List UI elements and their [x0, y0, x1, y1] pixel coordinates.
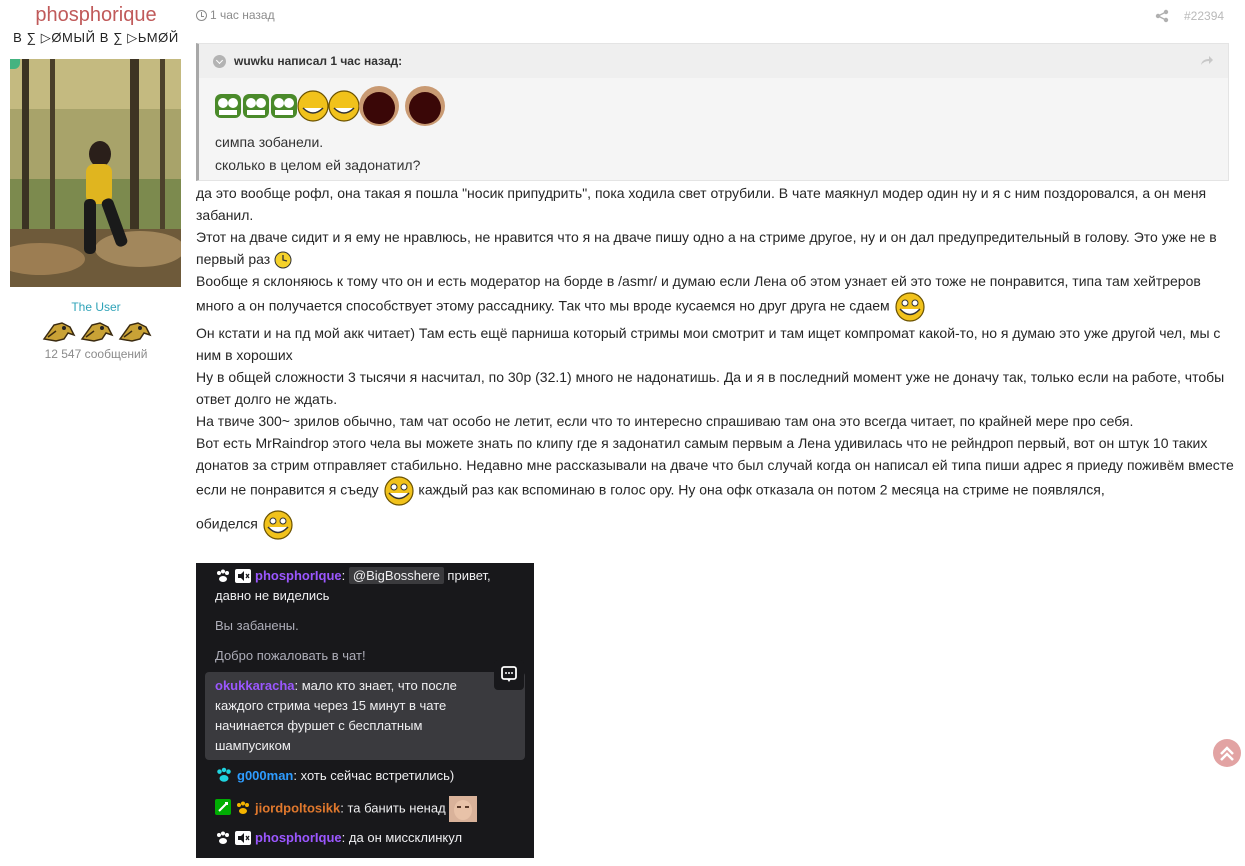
- chat-message: phosphorIque: @BigBosshere привет, давно…: [215, 567, 491, 603]
- paragraph-text: каждый раз как вспоминаю в голос ору. Ну…: [418, 481, 1105, 498]
- paragraph-text: Вообще я склоняюсь к тому что он и есть …: [196, 273, 1201, 314]
- post-timestamp[interactable]: 1 час назад: [196, 8, 275, 22]
- chat-screenshot: phosphorIque: @BigBosshere привет, давно…: [196, 563, 534, 858]
- troll-face-icon: [263, 510, 293, 540]
- post-time-text: 1 час назад: [210, 8, 275, 22]
- chat-message: phosphorIque: да он миссклинкул: [215, 828, 526, 848]
- paragraph: да это вообще рофл, она такая я пошла "н…: [196, 185, 1207, 223]
- user-role: The User: [71, 300, 121, 314]
- pepe-laugh-icon: [271, 94, 297, 118]
- paragraph: Ну в общей сложности 3 тысячи я насчитал…: [196, 369, 1225, 407]
- pepe-laugh-icon: [243, 94, 269, 118]
- troll-face-icon: [894, 292, 925, 322]
- paragraph-text: обиделся: [196, 515, 258, 532]
- pixel-bird-icon: [42, 322, 76, 342]
- post-body: да это вообще рофл, она такая я пошла "н…: [196, 182, 1236, 540]
- chat-text: та банить ненад: [347, 800, 446, 816]
- chat-text: каждого стрима через 15 минут в чате: [215, 698, 447, 713]
- clock-icon: [196, 9, 207, 21]
- paragraph: На твиче 300~ зрилов обычно, там чат осо…: [196, 413, 1134, 429]
- share-icon[interactable]: [1155, 9, 1169, 23]
- pixel-bird-icon: [80, 322, 114, 342]
- reply-arrow-icon[interactable]: [1200, 55, 1214, 67]
- paragraph: Он кстати и на пд мой акк читает) Там ес…: [196, 325, 1221, 363]
- avatar[interactable]: [10, 59, 181, 287]
- troll-face-icon: [328, 90, 360, 122]
- paragraph: обиделся: [196, 510, 1236, 540]
- screaming-face-icon: [359, 86, 399, 126]
- paragraph-text: Этот на дваче сидит и я ему не нравлюсь,…: [196, 229, 1217, 267]
- chat-username[interactable]: jiordpoltosikk: [255, 800, 340, 815]
- chat-username[interactable]: g000man: [237, 768, 293, 783]
- paragraph: Вот есть MrRaindrop этого чела вы можете…: [196, 432, 1236, 506]
- chat-username[interactable]: phosphorIque: [255, 568, 342, 583]
- screaming-face-icon: [405, 86, 445, 126]
- user-info-panel: phosphorique В ∑ ▷ØМЫЙ В ∑ ▷ЬМØЙ The Use…: [0, 0, 192, 866]
- scroll-to-top-button[interactable]: [1213, 739, 1241, 767]
- user-tagline: В ∑ ▷ØМЫЙ В ∑ ▷ЬМØЙ: [13, 30, 179, 45]
- chevron-down-icon[interactable]: [213, 54, 226, 68]
- chat-message: jiordpoltosikk: та банить ненад: [215, 796, 526, 822]
- chat-mention[interactable]: @BigBosshere: [348, 567, 444, 584]
- chat-text: мало кто знает, что после: [301, 678, 457, 693]
- chat-username[interactable]: phosphorIque: [255, 830, 342, 845]
- clock-smiley-icon: [274, 251, 292, 269]
- quote-header[interactable]: wuwku написал 1 час назад:: [199, 44, 1228, 78]
- chat-message: okukkaracha: мало кто знает, что после к…: [215, 678, 457, 753]
- face-emote-icon: [449, 796, 478, 822]
- troll-face-icon: [297, 90, 329, 122]
- mute-icon: [235, 831, 251, 845]
- post-number-link[interactable]: #22394: [1184, 9, 1224, 23]
- chat-text: шампусиком: [215, 738, 291, 753]
- mute-icon: [235, 569, 251, 583]
- quote-block: wuwku написал 1 час назад: симпа зобанел…: [196, 43, 1229, 181]
- paragraph: Вообще я склоняюсь к тому что он и есть …: [196, 270, 1236, 322]
- quote-emote-row: [213, 84, 451, 128]
- quote-author: wuwku написал 1 час назад:: [234, 54, 403, 68]
- troll-face-icon: [383, 476, 414, 506]
- chat-text: начинается фуршет с бесплатным: [215, 718, 423, 733]
- chat-message: g000man: хоть сейчас встретились): [215, 766, 526, 786]
- chat-username[interactable]: okukkaracha: [215, 678, 295, 693]
- pixel-bird-icon: [118, 322, 152, 342]
- chat-system-message: Добро пожаловать в чат!: [215, 648, 366, 663]
- quote-line: симпа зобанели.: [215, 134, 324, 150]
- chat-text: привет,: [443, 568, 491, 583]
- chat-text: хоть сейчас встретились): [300, 768, 455, 783]
- quote-line: сколько в целом ей задонатил?: [215, 157, 421, 173]
- double-chevron-up-icon: [1220, 746, 1234, 761]
- chat-system-message: Вы забанены.: [215, 618, 299, 633]
- paw-icon: [217, 569, 229, 582]
- pepe-laugh-icon: [215, 94, 241, 118]
- chat-text: да он миссклинкул: [348, 830, 463, 845]
- paw-icon: [217, 767, 231, 782]
- username[interactable]: phosphorique: [0, 4, 192, 27]
- paw-icon: [217, 831, 229, 844]
- sword-icon: [215, 799, 231, 816]
- user-badges: [42, 317, 152, 347]
- paragraph: Этот на дваче сидит и я ему не нравлюсь,…: [196, 226, 1236, 270]
- post-count: 12 547 сообщений: [44, 347, 148, 361]
- paw-icon: [237, 801, 249, 815]
- chat-text: давно не виделись: [215, 588, 330, 603]
